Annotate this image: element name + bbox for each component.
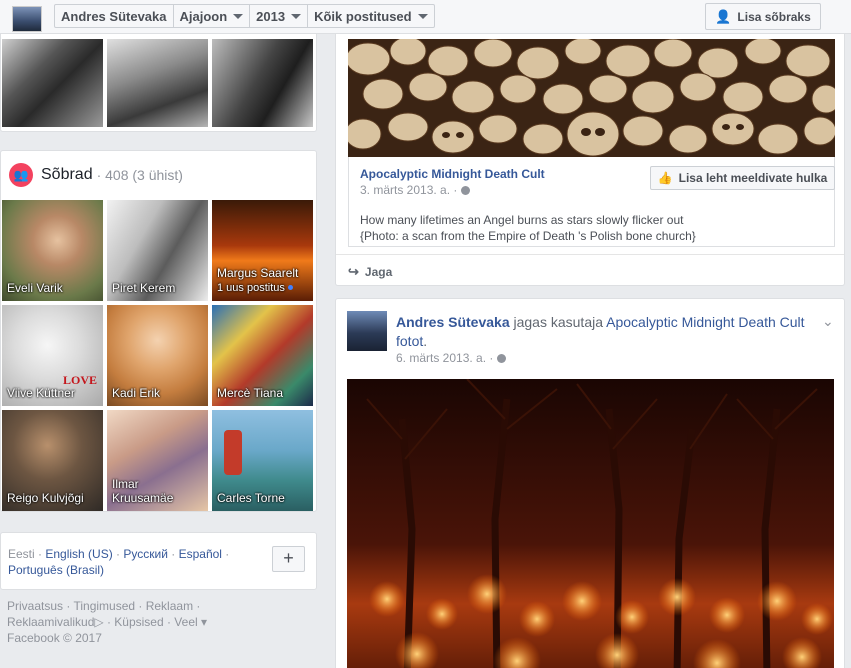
- friend-name: Kadi Erik: [112, 386, 161, 400]
- language-link[interactable]: Português (Brasil): [8, 563, 104, 577]
- friend-name: Carles Torne: [217, 491, 285, 505]
- page-name-link[interactable]: Apocalyptic Midnight Death Cult: [606, 314, 804, 330]
- friend-name: Ilmar Kruusamäe: [112, 477, 174, 505]
- filter-label: Kõik postitused: [314, 8, 412, 24]
- profile-avatar[interactable]: [12, 6, 42, 32]
- year-label: 2013: [256, 8, 286, 24]
- language-link[interactable]: Español: [179, 547, 222, 561]
- profile-name-link[interactable]: Andres Sütevaka: [55, 5, 174, 27]
- thumbs-up-icon: 👍: [657, 171, 673, 185]
- friend-name-block: Margus Saarelt 1 uus postitus: [217, 266, 298, 295]
- skulls-image: [344, 36, 841, 157]
- friends-card: 👥 Sõbrad · 408 (3 ühist) Eveli Varik Pir…: [0, 150, 317, 512]
- photo-link[interactable]: fotot: [396, 333, 423, 349]
- friend-tile[interactable]: Piret Kerem: [107, 200, 208, 301]
- friend-name: Margus Saarelt: [217, 266, 299, 280]
- language-link[interactable]: English (US): [45, 547, 112, 561]
- language-list: Eesti · English (US) · Русский · Español…: [8, 547, 230, 577]
- current-language: Eesti: [8, 547, 35, 561]
- post-date: 6. märts 2013. a. ·: [396, 351, 507, 365]
- posts-filter-dropdown[interactable]: Kõik postitused: [308, 5, 434, 27]
- photo-thumbnail[interactable]: [212, 39, 313, 127]
- shared-post-card: Apocalyptic Midnight Death Cult 3. märts…: [335, 34, 845, 286]
- page-name-link[interactable]: Apocalyptic Midnight Death Cult: [360, 167, 545, 181]
- footer-links: Privaatsus · Tingimused · Reklaam · Rekl…: [7, 598, 307, 646]
- photo-thumbnail[interactable]: [107, 39, 208, 127]
- profile-name: Andres Sütevaka: [61, 8, 167, 24]
- photos-card: [0, 34, 317, 132]
- timeline-topbar: Andres Sütevaka Ajajoon 2013 Kõik postit…: [0, 0, 851, 34]
- share-arrow-icon: ↪: [348, 264, 359, 279]
- friend-tile[interactable]: Margus Saarelt 1 uus postitus: [212, 200, 313, 301]
- tile-figure: [224, 430, 242, 475]
- cemetery-photo[interactable]: [347, 379, 834, 668]
- caption-line: {Photo: a scan from the Empire of Death …: [360, 229, 696, 243]
- friends-header: 👥 Sõbrad · 408 (3 ühist): [9, 163, 183, 187]
- add-friend-label: Lisa sõbraks: [737, 9, 811, 24]
- friend-tile[interactable]: Ilmar Kruusamäe: [107, 410, 208, 511]
- timeline-dropdown[interactable]: Ajajoon: [174, 5, 251, 27]
- friend-tile[interactable]: Kadi Erik: [107, 305, 208, 406]
- more-languages-button[interactable]: +: [272, 546, 305, 572]
- globe-icon: [461, 186, 471, 196]
- footer-line: Reklaamivalikud▷ · Küpsised · Veel ▾: [7, 614, 307, 630]
- post-header: Andres Sütevaka jagas kasutaja Apocalypt…: [396, 313, 816, 351]
- friend-tile[interactable]: Carles Torne: [212, 410, 313, 511]
- friend-name: Reigo Kulvjõgi: [7, 491, 84, 505]
- language-card: Eesti · English (US) · Русский · Español…: [0, 532, 317, 590]
- language-link[interactable]: Русский: [123, 547, 168, 561]
- ad-choices-icon: ▷: [94, 615, 104, 629]
- new-post-dot-icon: [287, 285, 293, 291]
- timeline-post-card: Andres Sütevaka jagas kasutaja Apocalypt…: [335, 298, 845, 668]
- add-friend-button[interactable]: 👤 Lisa sõbraks: [705, 3, 821, 30]
- friend-tile[interactable]: Reigo Kulvjõgi: [2, 410, 103, 511]
- chevron-down-icon: [291, 13, 302, 19]
- friend-name: Piret Kerem: [112, 281, 176, 295]
- author-name-link[interactable]: Andres Sütevaka: [396, 314, 510, 330]
- cemetery-image: [347, 379, 834, 668]
- post-date-text[interactable]: 6. märts 2013. a. ·: [396, 351, 493, 365]
- divider: [336, 254, 844, 255]
- post-caption: How many lifetimes an Angel burns as sta…: [360, 212, 800, 244]
- footer-line[interactable]: Privaatsus · Tingimused · Reklaam ·: [7, 598, 307, 614]
- share-label: Jaga: [364, 265, 393, 279]
- like-page-label: Lisa leht meeldivate hulka: [678, 171, 828, 185]
- timeline-navigation: Andres Sütevaka Ajajoon 2013 Kõik postit…: [54, 4, 435, 28]
- friends-title[interactable]: Sõbrad: [41, 166, 93, 184]
- friends-count: · 408 (3 ühist): [96, 167, 183, 183]
- post-options-chevron-icon[interactable]: ⌄: [822, 313, 834, 330]
- friends-icon: 👥: [9, 163, 33, 187]
- chevron-down-icon: [233, 13, 244, 19]
- timeline-label: Ajajoon: [179, 8, 228, 24]
- friend-tile[interactable]: LOVE Viive Küttner: [2, 305, 103, 406]
- ad-choices-link[interactable]: Reklaamivalikud: [7, 615, 94, 629]
- friend-tile[interactable]: Eveli Varik: [2, 200, 103, 301]
- post-date: 3. märts 2013. a. ·: [360, 183, 471, 197]
- caption-line: How many lifetimes an Angel burns as sta…: [360, 213, 684, 227]
- skulls-photo[interactable]: [344, 36, 841, 157]
- share-button[interactable]: ↪ Jaga: [348, 264, 392, 280]
- copyright: Facebook © 2017: [7, 631, 102, 645]
- footer-links-more[interactable]: · Küpsised · Veel ▾: [104, 615, 207, 629]
- like-page-button[interactable]: 👍 Lisa leht meeldivate hulka: [650, 166, 835, 190]
- post-verb: jagas kasutaja: [509, 314, 607, 330]
- friend-tile[interactable]: Mercè Tiana: [212, 305, 313, 406]
- author-avatar[interactable]: [347, 311, 387, 351]
- shared-page-attribution: Apocalyptic Midnight Death Cult 3. märts…: [348, 157, 835, 247]
- friend-name: Viive Küttner: [7, 386, 75, 400]
- friend-name: Eveli Varik: [7, 281, 63, 295]
- new-post-badge: 1 uus postitus: [217, 282, 285, 294]
- add-friend-icon: 👤: [715, 8, 732, 24]
- post-date-text[interactable]: 3. märts 2013. a. ·: [360, 183, 457, 197]
- period: .: [423, 333, 428, 349]
- photo-thumbnail[interactable]: [2, 39, 103, 127]
- year-dropdown[interactable]: 2013: [250, 5, 309, 27]
- chevron-down-icon: [417, 13, 428, 19]
- friend-name: Mercè Tiana: [217, 386, 284, 400]
- globe-icon: [497, 354, 507, 364]
